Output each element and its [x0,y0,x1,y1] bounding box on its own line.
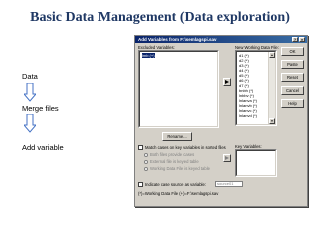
down-arrow-icon [24,83,36,102]
indicate-source-input[interactable]: source01 [215,181,243,187]
reset-button[interactable]: Reset [281,73,304,82]
match-cases-label: Match cases on key variables in sorted f… [145,145,226,150]
radio-external-file-label: External file is keyed table [150,159,199,164]
slide-title: Basic Data Management (Data exploration) [30,10,290,25]
key-variables-list[interactable] [235,149,277,177]
list-item[interactable]: lmb (+) [142,53,155,58]
new-working-data-file-list[interactable]: d1 (*) d2 (*) d3 (*) d4 (*) d5 (*) d6 (*… [235,50,277,126]
radio-both-files-label: Both files provide cases [150,152,195,157]
step-add-variable-label: Add variable [22,143,64,152]
scroll-down-icon[interactable]: ▼ [269,118,275,124]
indicate-source-label: Indicate case source as variable: [145,182,206,187]
close-icon[interactable]: × [299,37,305,42]
scrollbar[interactable]: ▲ ▼ [268,52,275,124]
step-data-label: Data [22,72,38,81]
list-item[interactable]: lnlanvd (*) [239,113,257,118]
step-merge-files-label: Merge files [22,104,59,113]
cancel-button[interactable]: Cancel [281,86,304,95]
add-variables-dialog: Add Variables from F:\semlagspi.sav ? × … [134,35,308,207]
paste-button[interactable]: Paste [281,60,304,69]
match-cases-checkbox[interactable] [138,145,143,150]
radio-working-data-file[interactable] [144,167,148,171]
excluded-variables-list[interactable]: lmb (+) [138,50,219,128]
rename-button[interactable]: Rename... [162,132,192,141]
dialog-footer: (*)=Working Data File (+)=F:\semlagspi.s… [138,191,219,196]
arrow-right-icon [225,156,229,160]
move-right-button[interactable] [223,78,231,86]
help-button[interactable]: Help [281,99,304,108]
radio-working-data-file-label: Working Data File is keyed table [150,166,210,171]
ok-button[interactable]: OK [281,47,304,56]
down-arrow-icon [24,114,36,133]
radio-both-files[interactable] [144,153,148,157]
arrow-right-icon [225,80,229,84]
dialog-title: Add Variables from F:\semlagspi.sav [138,37,217,42]
move-key-button[interactable] [223,154,231,162]
scroll-up-icon[interactable]: ▲ [269,52,275,58]
dialog-titlebar: Add Variables from F:\semlagspi.sav ? × [135,36,307,43]
radio-external-file[interactable] [144,160,148,164]
help-title-button[interactable]: ? [292,37,298,42]
indicate-source-checkbox[interactable] [138,182,143,187]
